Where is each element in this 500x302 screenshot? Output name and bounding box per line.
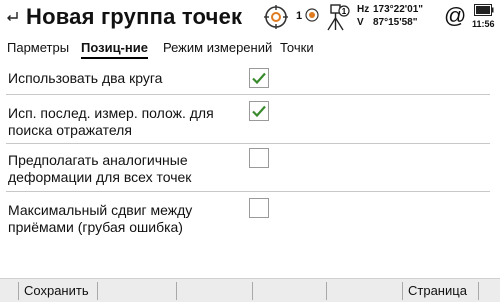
- instrument-icon[interactable]: 1: [325, 2, 351, 32]
- softkey-separator: [326, 282, 327, 300]
- angle-readout: Hz 173°22'01" V 87°15'58": [357, 3, 423, 29]
- softkey-separator: [252, 282, 253, 300]
- prism-count: 1: [296, 10, 303, 22]
- target-icon[interactable]: [263, 4, 289, 30]
- softkey-bar: Сохранить Страница: [0, 278, 500, 302]
- hz-label: Hz: [357, 4, 370, 15]
- page-button[interactable]: Страница: [408, 279, 467, 302]
- option-label: приёмами (грубая ошибка): [8, 219, 183, 235]
- tab-positioning[interactable]: Позиц-ние: [81, 40, 148, 59]
- option-label: Максимальный сдвиг между: [8, 202, 193, 218]
- checkmark-icon: [252, 72, 266, 85]
- checkbox-last-position[interactable]: [249, 101, 269, 121]
- title-bar: Новая группа точек 1 1 Hz 173°22'01" V 87°…: [0, 0, 500, 36]
- tab-measurement-mode[interactable]: Режим измерений: [163, 40, 272, 56]
- checkbox-max-shift[interactable]: [249, 198, 269, 218]
- at-icon[interactable]: @: [444, 4, 466, 28]
- save-button[interactable]: Сохранить: [24, 279, 89, 302]
- checkbox-similar-deformation[interactable]: [249, 148, 269, 168]
- clock: 11:56: [472, 19, 495, 29]
- option-label: деформации для всех точек: [8, 169, 192, 185]
- divider: [6, 143, 490, 144]
- option-label: Использовать два круга: [8, 70, 163, 86]
- battery-icon: [474, 4, 494, 16]
- softkey-separator: [176, 282, 177, 300]
- tab-parameters[interactable]: Парметры: [7, 40, 69, 56]
- tab-points[interactable]: Точки: [280, 40, 314, 56]
- checkmark-icon: [252, 105, 266, 118]
- tab-bar: Парметры Позиц-ние Режим измерений Точки: [0, 37, 500, 59]
- back-arrow-icon[interactable]: [5, 9, 19, 23]
- option-label: Предполагать аналогичные: [8, 152, 188, 168]
- hz-value: 173°22'01": [373, 4, 424, 15]
- softkey-separator: [478, 282, 479, 300]
- checkbox-two-faces[interactable]: [249, 68, 269, 88]
- divider: [6, 94, 490, 95]
- softkey-separator: [402, 282, 403, 300]
- softkey-separator: [97, 282, 98, 300]
- svg-text:1: 1: [342, 7, 347, 16]
- v-value: 87°15'58": [373, 17, 418, 28]
- page-title: Новая группа точек: [26, 4, 243, 29]
- softkey-separator: [18, 282, 19, 300]
- option-label: поиска отражателя: [8, 122, 132, 138]
- option-label: Исп. послед. измер. полож. для: [8, 105, 214, 121]
- divider: [6, 191, 490, 192]
- prism-icon[interactable]: [305, 8, 319, 22]
- v-label: V: [357, 17, 364, 28]
